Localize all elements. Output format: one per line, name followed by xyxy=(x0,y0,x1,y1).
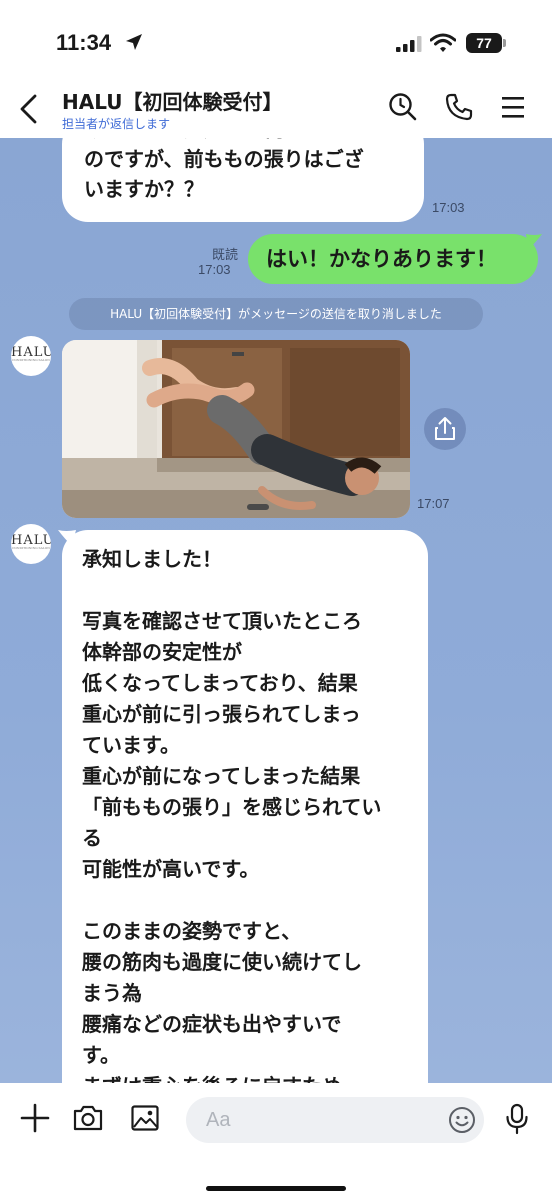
chat-area[interactable]: げるために追加でお伺いしたい のですが、前ももの張りはござ いますか？？ 17:… xyxy=(0,138,552,1083)
avatar[interactable]: HALU CONDITIONING SALON xyxy=(11,524,51,564)
wifi-icon xyxy=(430,33,456,52)
message-bubble-outgoing[interactable]: はい！かなりあります！ xyxy=(248,234,538,284)
photo-message[interactable] xyxy=(62,340,410,518)
message-bubble-incoming[interactable]: 承知しました！ 写真を確認させて頂いたところ 体幹部の安定性が 低くなってしまっ… xyxy=(62,530,428,1083)
camera-icon[interactable] xyxy=(72,1103,104,1133)
battery-indicator: 77 xyxy=(466,33,502,53)
back-icon[interactable] xyxy=(18,94,40,124)
system-notice: HALU【初回体験受付】がメッセージの送信を取り消しました xyxy=(69,298,483,330)
menu-icon[interactable] xyxy=(500,92,528,122)
status-time: 11:34 xyxy=(56,30,112,55)
read-receipt: 既読 xyxy=(212,248,239,263)
message-text: 承知しました！ 写真を確認させて頂いたところ 体幹部の安定性が 低くなってしまっ… xyxy=(82,547,382,1083)
chat-title: HALU【初回体験受付】 xyxy=(62,90,283,114)
avatar-logo-sub: CONDITIONING SALON xyxy=(12,358,50,362)
message-input[interactable]: Aa xyxy=(186,1097,484,1143)
phone-icon[interactable] xyxy=(444,92,474,122)
message-time: 17:03 xyxy=(432,200,465,215)
input-bar: Aa xyxy=(0,1083,552,1200)
exercise-photo xyxy=(62,340,410,518)
plus-icon[interactable] xyxy=(20,1103,50,1133)
image-icon[interactable] xyxy=(130,1103,160,1133)
signal-icon xyxy=(396,36,422,52)
share-button[interactable] xyxy=(424,408,466,450)
avatar[interactable]: HALU CONDITIONING SALON xyxy=(11,336,51,376)
message-text: げるために追加でお伺いしたい のですが、前ももの張りはござ いますか？？ xyxy=(84,138,364,201)
share-icon xyxy=(435,417,455,440)
emoji-icon[interactable] xyxy=(448,1106,476,1134)
top-bar: 11:34 77 HALU【初回体験受付】 担当者が返信します xyxy=(0,0,552,138)
mic-icon[interactable] xyxy=(504,1103,530,1135)
input-placeholder: Aa xyxy=(206,1109,231,1131)
search-icon[interactable] xyxy=(388,92,418,122)
battery-nub xyxy=(503,39,506,47)
message-time: 17:07 xyxy=(417,496,450,511)
avatar-logo-sub: CONDITIONING SALON xyxy=(12,546,50,550)
message-bubble-incoming[interactable]: げるために追加でお伺いしたい のですが、前ももの張りはござ いますか？？ xyxy=(62,138,424,222)
chat-subtitle[interactable]: 担当者が返信します xyxy=(62,115,170,132)
message-time: 17:03 xyxy=(198,262,231,277)
location-arrow-icon xyxy=(126,34,142,50)
home-indicator xyxy=(206,1186,346,1191)
